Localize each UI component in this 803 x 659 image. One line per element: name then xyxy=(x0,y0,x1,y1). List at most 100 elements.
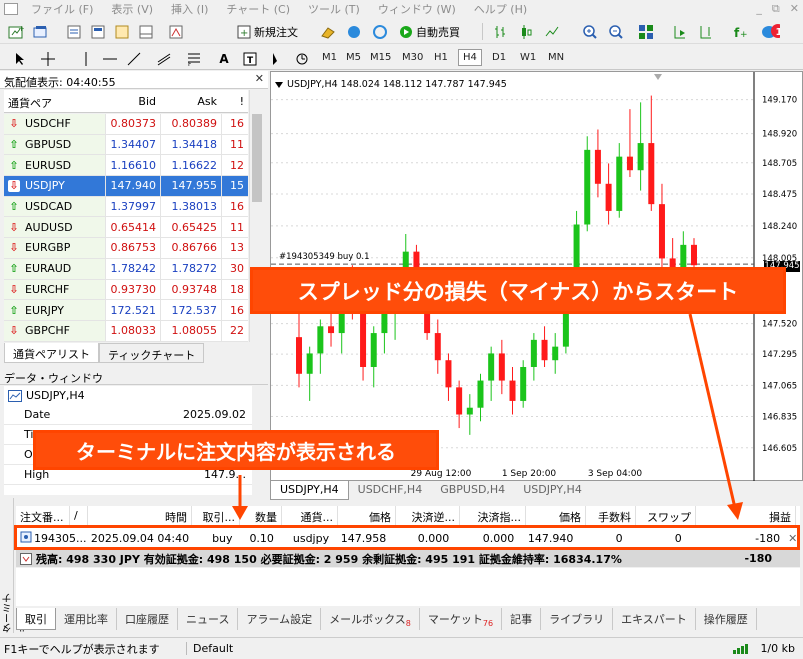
terminal-tab-4[interactable]: アラーム設定 xyxy=(238,608,322,630)
chart-tab-3[interactable]: USDJPY,H4 xyxy=(514,481,591,500)
line-chart-icon[interactable] xyxy=(542,22,562,41)
notifications-icon[interactable]: 1 xyxy=(760,22,780,41)
terminal-tab-6[interactable]: マーケット76 xyxy=(420,608,503,630)
timeframe-d1[interactable]: D1 xyxy=(488,49,510,66)
terminal-column-12[interactable]: 損益 xyxy=(696,506,796,525)
terminal-column-8[interactable]: 決済指... xyxy=(460,506,526,525)
terminal-column-7[interactable]: 決済逆... xyxy=(396,506,460,525)
data-window-icon[interactable] xyxy=(88,22,108,41)
menu-item-2[interactable]: 挿入 (I) xyxy=(162,1,217,17)
menu-item-5[interactable]: ウィンドウ (W) xyxy=(369,1,465,17)
zoom-in-icon[interactable] xyxy=(580,22,600,41)
terminal-tab-0[interactable]: 取引 xyxy=(16,608,56,630)
restore-button[interactable]: ⧉ xyxy=(772,2,780,16)
timeframe-w1[interactable]: W1 xyxy=(516,49,540,66)
signals-icon[interactable] xyxy=(344,22,364,41)
profiles-icon[interactable] xyxy=(30,22,50,41)
terminal-column-9[interactable]: 価格 xyxy=(526,506,586,525)
menu-item-1[interactable]: 表示 (V) xyxy=(102,1,162,17)
column-spread[interactable]: ! xyxy=(221,90,248,112)
periodicity-icon[interactable] xyxy=(292,49,312,68)
terminal-column-4[interactable]: 数量 xyxy=(240,506,282,525)
cursor-icon[interactable] xyxy=(10,49,30,68)
scrollbar-thumb[interactable] xyxy=(252,114,262,202)
symbol-row-eurchf[interactable]: ⇩ EURCHF 0.93730 0.93748 18 xyxy=(4,279,248,301)
auto-trade-button[interactable]: 自動売買 xyxy=(398,22,462,41)
symbol-row-euraud[interactable]: ⇧ EURAUD 1.78242 1.78272 30 xyxy=(4,258,248,280)
terminal-tab-7[interactable]: 記事 xyxy=(502,608,542,630)
terminal-column-6[interactable]: 価格 xyxy=(338,506,396,525)
zoom-out-icon[interactable] xyxy=(606,22,626,41)
close-button[interactable]: ✕ xyxy=(790,2,799,16)
timeframe-m5[interactable]: M5 xyxy=(342,49,365,66)
terminal-column-3[interactable]: 取引... xyxy=(192,506,240,525)
tile-windows-icon[interactable] xyxy=(636,22,656,41)
timeframe-h1[interactable]: H1 xyxy=(430,49,452,66)
menu-item-3[interactable]: チャート (C) xyxy=(217,1,299,17)
fibonacci-icon[interactable]: F xyxy=(184,49,204,68)
auto-scroll-icon[interactable] xyxy=(670,22,690,41)
bar-chart-icon[interactable] xyxy=(490,22,510,41)
terminal-column-11[interactable]: スワップ xyxy=(636,506,696,525)
tab-symbols[interactable]: 通貨ペアリスト xyxy=(4,343,99,363)
market-watch-icon[interactable] xyxy=(64,22,84,41)
channel-icon[interactable] xyxy=(154,49,174,68)
column-symbol[interactable]: 通貨ペア xyxy=(4,90,105,112)
vertical-line-icon[interactable] xyxy=(76,49,96,68)
terminal-column-2[interactable]: 時間 xyxy=(88,506,192,525)
chart-shift-marker[interactable] xyxy=(654,74,662,80)
menu-item-4[interactable]: ツール (T) xyxy=(299,1,369,17)
symbol-row-eurjpy[interactable]: ⇧ EURJPY 172.521 172.537 16 xyxy=(4,300,248,321)
terminal-tab-10[interactable]: 操作履歴 xyxy=(696,608,757,630)
menu-item-0[interactable]: ファイル (F) xyxy=(22,1,102,17)
terminal-column-5[interactable]: 通貨... xyxy=(282,506,338,525)
terminal-column-1[interactable]: / xyxy=(70,506,88,525)
symbol-row-eurgbp[interactable]: ⇩ EURGBP 0.86753 0.86766 13 xyxy=(4,238,248,259)
timeframe-mn[interactable]: MN xyxy=(544,49,568,66)
timeframe-m30[interactable]: M30 xyxy=(398,49,427,66)
column-bid[interactable]: Bid xyxy=(105,90,160,112)
symbol-row-audusd[interactable]: ⇩ AUDUSD 0.65414 0.65425 11 xyxy=(4,217,248,239)
tester-icon[interactable] xyxy=(166,22,186,41)
new-chart-icon[interactable]: + xyxy=(6,22,26,41)
close-icon[interactable]: ✕ xyxy=(255,72,264,85)
terminal-column-10[interactable]: 手数料 xyxy=(586,506,636,525)
timeframe-m1[interactable]: M1 xyxy=(318,49,341,66)
terminal-tab-2[interactable]: 口座履歴 xyxy=(117,608,178,630)
new-order-button[interactable]: + 新規注文 xyxy=(236,22,300,41)
tab-tick-chart[interactable]: ティックチャート xyxy=(99,343,205,363)
symbol-row-gbpchf[interactable]: ⇩ GBPCHF 1.08033 1.08055 22 xyxy=(4,320,248,342)
timeframe-m15[interactable]: M15 xyxy=(366,49,395,66)
symbol-row-gbpusd[interactable]: ⇧ GBPUSD 1.34407 1.34418 11 xyxy=(4,134,248,156)
text-label-icon[interactable]: T xyxy=(240,49,260,68)
chart-shift-icon[interactable] xyxy=(696,22,716,41)
arrow-tool-icon[interactable] xyxy=(266,49,286,68)
column-ask[interactable]: Ask xyxy=(160,90,221,112)
terminal-tab-8[interactable]: ライブラリ xyxy=(541,608,614,630)
chart-tab-1[interactable]: USDCHF,H4 xyxy=(349,481,432,500)
terminal-tab-9[interactable]: エキスパート xyxy=(613,608,696,630)
vps-icon[interactable] xyxy=(370,22,390,41)
metaeditor-icon[interactable] xyxy=(318,22,338,41)
terminal-column-0[interactable]: 注文番... xyxy=(16,506,70,525)
indicators-icon[interactable]: f + xyxy=(730,22,750,41)
timeframe-h4[interactable]: H4 xyxy=(458,49,482,66)
candle-chart-icon[interactable] xyxy=(516,22,536,41)
symbol-row-usdjpy[interactable]: ⇩ USDJPY 147.940 147.955 15 xyxy=(4,176,248,197)
menu-item-6[interactable]: ヘルプ (H) xyxy=(465,1,536,17)
navigator-icon[interactable] xyxy=(112,22,132,41)
terminal-tab-5[interactable]: メールボックス8 xyxy=(321,608,420,630)
symbol-row-eurusd[interactable]: ⇧ EURUSD 1.16610 1.16622 12 xyxy=(4,155,248,177)
horizontal-line-icon[interactable] xyxy=(100,49,120,68)
chart-tab-2[interactable]: GBPUSD,H4 xyxy=(431,481,514,500)
text-tool-icon[interactable]: A xyxy=(214,49,234,68)
crosshair-icon[interactable] xyxy=(38,49,58,68)
trendline-icon[interactable] xyxy=(124,49,144,68)
symbol-row-usdcad[interactable]: ⇧ USDCAD 1.37997 1.38013 16 xyxy=(4,196,248,218)
symbol-row-usdchf[interactable]: ⇩ USDCHF 0.80373 0.80389 16 xyxy=(4,114,248,135)
minimize-button[interactable]: _ xyxy=(756,2,762,16)
terminal-tab-1[interactable]: 運用比率 xyxy=(56,608,117,630)
chart-tab-0[interactable]: USDJPY,H4 xyxy=(270,481,349,500)
terminal-tab-3[interactable]: ニュース xyxy=(178,608,239,630)
terminal-icon[interactable] xyxy=(136,22,156,41)
